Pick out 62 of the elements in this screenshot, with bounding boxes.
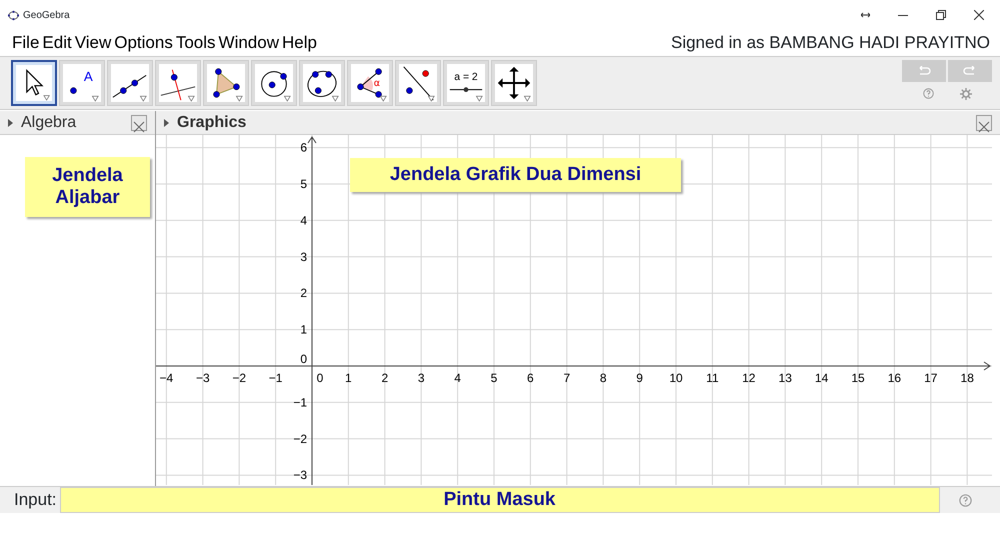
x-tick-label: 2	[381, 371, 388, 385]
x-tick-label: 8	[600, 371, 607, 385]
conic-icon	[303, 64, 341, 102]
menu-item[interactable]: File	[12, 30, 42, 56]
y-tick-label: 3	[300, 250, 307, 264]
y-tick-label: 2	[300, 286, 307, 300]
x-tick-label: 13	[778, 371, 792, 385]
y-tick-label: 4	[300, 213, 307, 228]
tool-button[interactable]	[11, 60, 57, 106]
close-button[interactable]	[131, 114, 147, 130]
x-tick-label: 14	[814, 371, 828, 385]
input-field[interactable]: Pintu Masuk	[60, 487, 940, 513]
reflect-icon	[399, 64, 437, 102]
x-tick-label: 17	[924, 371, 938, 385]
panel-title: Algebra	[21, 112, 76, 132]
y-tick-label: −1	[293, 395, 307, 410]
y-tick-label: 6	[300, 140, 307, 155]
x-tick-label: −4	[160, 371, 174, 385]
window-title: GeoGebra	[23, 8, 70, 22]
x-tick-label: −3	[196, 371, 210, 385]
menu-item[interactable]: Options	[114, 30, 176, 56]
menu-item[interactable]: Edit	[42, 30, 75, 56]
x-tick-label: 11	[706, 371, 719, 385]
account-status: Signed in as BAMBANG HADI PRAYITNO	[670, 32, 990, 54]
x-tick-label: −2	[232, 371, 246, 385]
x-tick-label: 9	[636, 371, 643, 385]
input-label: Input:	[14, 489, 57, 512]
restore-icon[interactable]	[936, 10, 946, 20]
x-tick-label: 0	[316, 371, 324, 385]
resize-icon[interactable]	[861, 12, 870, 18]
collapse-arrow-icon[interactable]	[8, 118, 13, 126]
note-label: Jendela Aljabar	[25, 157, 150, 217]
x-tick-label: 4	[454, 371, 461, 385]
x-tick-label: 10	[669, 371, 683, 385]
app-logo-icon	[8, 10, 19, 20]
y-tick-label: −3	[293, 468, 307, 482]
x-tick-label: 16	[888, 371, 902, 385]
x-tick-label: 18	[960, 371, 974, 385]
menu-item[interactable]: View	[74, 30, 114, 56]
polygon-icon	[207, 64, 245, 102]
menu-item[interactable]: Help	[282, 30, 320, 56]
y-tick-label: −2	[293, 432, 307, 446]
close-icon[interactable]	[974, 10, 984, 20]
y-tick-label: 0	[300, 352, 307, 366]
x-tick-label: 1	[345, 371, 352, 385]
x-tick-label: 12	[742, 371, 756, 385]
x-tick-label: 3	[418, 371, 425, 385]
menu-item[interactable]: Window	[218, 30, 282, 56]
menu-item[interactable]: Tools	[176, 30, 219, 56]
x-tick-label: 15	[851, 371, 865, 385]
y-tick-label: 5	[300, 177, 307, 191]
y-tick-label: 1	[300, 322, 307, 337]
note-label: Jendela Grafik Dua Dimensi	[350, 158, 681, 192]
collapse-arrow-icon[interactable]	[164, 118, 169, 126]
x-tick-label: 7	[563, 371, 570, 385]
cursor-icon	[16, 65, 52, 101]
x-tick-label: −1	[268, 371, 282, 385]
panel-title: Graphics	[177, 112, 246, 132]
close-button[interactable]	[976, 114, 992, 130]
x-tick-label: 5	[490, 371, 498, 385]
x-tick-label: 6	[527, 371, 534, 385]
move-arrows-icon	[495, 64, 533, 102]
